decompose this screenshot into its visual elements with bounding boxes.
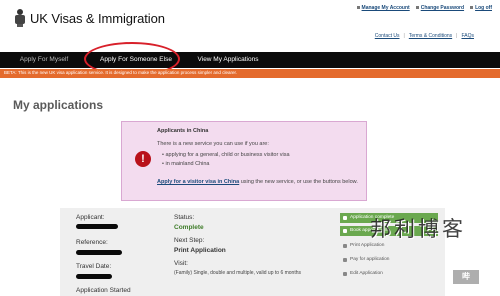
- site-header: UK Visas & Immigration Manage My Account…: [0, 0, 500, 50]
- edit-application-button[interactable]: Edit Application: [340, 269, 438, 279]
- notice-footer-text: using the new service, or use the button…: [239, 179, 358, 185]
- account-links: Manage My Account Change Password Log of…: [356, 5, 492, 11]
- main-nav: Apply For Myself Apply For Someone Else …: [0, 52, 500, 68]
- beta-text: BETA: This is the new UK visa applicatio…: [4, 70, 237, 75]
- notice-list: applying for a general, child or busines…: [162, 152, 290, 170]
- utility-links: Contact Us | Terms & Conditions | FAQs: [374, 33, 474, 39]
- page-title: My applications: [13, 98, 104, 112]
- alert-icon: !: [135, 151, 151, 167]
- list-item: applying for a general, child or busines…: [162, 152, 289, 158]
- print-icon: [343, 244, 347, 248]
- tab-apply-for-myself[interactable]: Apply For Myself: [4, 52, 84, 68]
- notice-intro: There is a new service you can use if yo…: [157, 141, 269, 147]
- notice-footer: Apply for a visitor visa in China using …: [157, 178, 362, 186]
- bullet-icon: [415, 6, 419, 9]
- edit-icon: [343, 272, 347, 276]
- applicant-label: Applicant:: [76, 214, 105, 221]
- visit-label: Visit:: [174, 260, 188, 267]
- button-label: Print Application: [350, 243, 385, 248]
- calendar-icon: [343, 229, 347, 233]
- visit-value: (Family) Single, double and multiple, va…: [174, 270, 302, 276]
- beta-banner: BETA: This is the new UK visa applicatio…: [0, 69, 500, 78]
- reference-label: Reference:: [76, 239, 108, 246]
- status-value: Complete: [174, 224, 204, 231]
- faqs-link[interactable]: FAQs: [461, 33, 474, 39]
- log-off-link[interactable]: Log off: [475, 5, 492, 11]
- application-started-label: Application Started: [76, 287, 131, 294]
- check-icon: [343, 216, 347, 220]
- status-label: Status:: [174, 214, 195, 221]
- china-notice: ! Applicants in China There is a new ser…: [121, 121, 367, 201]
- tab-view-my-applications[interactable]: View My Applications: [188, 52, 268, 68]
- watermark-text: 邦利博客: [370, 217, 466, 241]
- button-label: Pay for application: [350, 257, 390, 262]
- redacted-travel-date: [76, 274, 112, 279]
- list-item: in mainland China: [162, 161, 290, 167]
- payment-icon: [343, 258, 347, 262]
- travel-date-label: Travel Date:: [76, 263, 112, 270]
- bullet-icon: [470, 6, 474, 9]
- contact-us-link[interactable]: Contact Us: [375, 33, 400, 39]
- site-title: UK Visas & Immigration: [30, 11, 165, 26]
- terms-link[interactable]: Terms & Conditions: [409, 33, 452, 39]
- redacted-reference: [76, 250, 122, 255]
- next-step-value: Print Application: [174, 247, 226, 254]
- notice-title: Applicants in China: [157, 128, 209, 134]
- manage-account-link[interactable]: Manage My Account: [362, 5, 410, 11]
- apply-visitor-visa-china-link[interactable]: Apply for a visitor visa in China: [157, 179, 239, 185]
- bullet-icon: [356, 6, 360, 9]
- royal-crest-icon: [15, 9, 25, 27]
- button-label: Edit Application: [350, 271, 383, 276]
- redacted-applicant-name: [76, 224, 118, 229]
- change-password-link[interactable]: Change Password: [421, 5, 464, 11]
- next-step-label: Next Step:: [174, 237, 205, 244]
- pay-application-button[interactable]: Pay for application: [340, 255, 438, 265]
- watermark-logo: 哔: [453, 270, 479, 284]
